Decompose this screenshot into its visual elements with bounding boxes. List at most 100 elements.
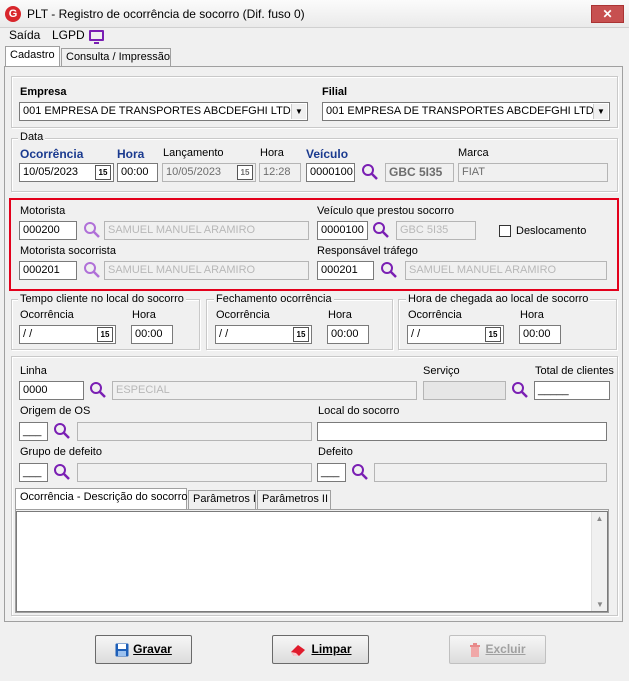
search-icon[interactable] xyxy=(83,261,101,279)
chegada-date-input[interactable]: / / 15 xyxy=(407,325,504,344)
hora-input[interactable]: 00:00 xyxy=(117,163,158,182)
tempo-cliente-ocorrencia-label: Ocorrência xyxy=(20,309,74,321)
filial-label: Filial xyxy=(322,86,348,98)
responsavel-name-input: SAMUEL MANUEL ARAMIRO xyxy=(405,261,607,280)
fechamento-hora-label: Hora xyxy=(328,309,352,321)
search-icon[interactable] xyxy=(380,261,398,279)
menu-lgpd[interactable]: LGPD xyxy=(52,28,85,42)
responsavel-code-input[interactable]: 000201 xyxy=(317,261,374,280)
hora-lancamento-input: 12:28 xyxy=(259,163,301,182)
servico-label: Serviço xyxy=(423,365,460,377)
tab-descricao[interactable]: Ocorrência - Descrição do socorro xyxy=(15,488,188,509)
empresa-value: 001 EMPRESA DE TRANSPORTES ABCDEFGHI LTD xyxy=(23,105,291,117)
defeito-code-input[interactable]: ___ xyxy=(317,463,346,482)
search-icon[interactable] xyxy=(53,422,71,440)
descricao-textarea[interactable] xyxy=(16,511,608,612)
empresa-select[interactable]: 001 EMPRESA DE TRANSPORTES ABCDEFGHI LTD… xyxy=(19,102,308,121)
eraser-icon xyxy=(291,644,306,656)
motorista-socorrista-code-input[interactable]: 000201 xyxy=(19,261,77,280)
tempo-cliente-hora-input[interactable]: 00:00 xyxy=(131,325,173,344)
veiculo-label: Veículo xyxy=(306,147,349,161)
tab-cadastro[interactable]: Cadastro xyxy=(5,46,60,67)
tab-parametros-2[interactable]: Parâmetros II xyxy=(257,490,331,509)
grupo-label: Grupo de defeito xyxy=(20,446,102,458)
responsavel-label: Responsável tráfego xyxy=(317,245,418,257)
motorista-socorrista-name-input: SAMUEL MANUEL ARAMIRO xyxy=(104,261,309,280)
veiculo-socorro-label: Veículo que prestou socorro xyxy=(317,205,454,217)
motorista-code-input[interactable]: 000200 xyxy=(19,221,77,240)
veiculo-socorro-input[interactable]: 0000100 xyxy=(317,221,368,240)
linha-code-input[interactable]: 0000 xyxy=(19,381,84,400)
data-legend: Data xyxy=(18,131,46,143)
ocorrencia-date-input[interactable]: 10/05/2023 15 xyxy=(19,163,114,182)
monitor-icon[interactable] xyxy=(89,30,104,44)
calendar-icon[interactable]: 15 xyxy=(485,327,501,342)
descricao-scrollbar[interactable]: ▲ ▼ xyxy=(591,512,607,611)
defeito-label: Defeito xyxy=(318,446,353,458)
grupo-code-input[interactable]: ___ xyxy=(19,463,48,482)
linha-label: Linha xyxy=(20,365,47,377)
veiculo-input[interactable]: 0000100 xyxy=(306,163,355,182)
lancamento-label: Lançamento xyxy=(163,147,224,159)
tempo-cliente-legend: Tempo cliente no local do socorro xyxy=(18,293,186,305)
app-logo-icon: G xyxy=(5,6,21,22)
motorista-label: Motorista xyxy=(20,205,66,217)
chegada-hora-input[interactable]: 00:00 xyxy=(519,325,561,344)
search-icon[interactable] xyxy=(511,381,529,399)
total-clientes-input[interactable]: _____ xyxy=(534,381,610,400)
calendar-icon: 15 xyxy=(237,165,253,180)
calendar-icon[interactable]: 15 xyxy=(293,327,309,342)
search-icon[interactable] xyxy=(83,221,101,239)
motorista-name-input: SAMUEL MANUEL ARAMIRO xyxy=(104,221,309,240)
filial-value: 001 EMPRESA DE TRANSPORTES ABCDEFGHI LTD xyxy=(326,105,594,117)
origem-desc-input xyxy=(77,422,312,441)
chevron-down-icon[interactable]: ▼ xyxy=(291,104,306,119)
tab-consulta[interactable]: Consulta / Impressão xyxy=(61,48,171,67)
deslocamento-checkbox[interactable] xyxy=(499,225,511,237)
marca-input: FIAT xyxy=(458,163,608,182)
local-input[interactable] xyxy=(317,422,607,441)
hora-label: Hora xyxy=(117,147,145,161)
chevron-down-icon[interactable]: ▼ xyxy=(593,104,608,119)
search-icon[interactable] xyxy=(361,163,379,181)
excluir-button[interactable]: Excluir xyxy=(449,635,546,664)
chegada-ocorrencia-label: Ocorrência xyxy=(408,309,462,321)
linha-desc-input: ESPECIAL xyxy=(112,381,417,400)
marca-label: Marca xyxy=(458,147,489,159)
trash-icon xyxy=(470,642,481,657)
close-button[interactable]: ✕ xyxy=(591,5,624,23)
fechamento-hora-input[interactable]: 00:00 xyxy=(327,325,369,344)
placa-input: GBC 5I35 xyxy=(385,163,454,182)
save-icon xyxy=(115,643,129,657)
defeito-desc-input xyxy=(374,463,607,482)
grupo-desc-input xyxy=(77,463,312,482)
search-icon[interactable] xyxy=(372,221,390,239)
calendar-icon[interactable]: 15 xyxy=(95,165,111,180)
scroll-down-icon[interactable]: ▼ xyxy=(592,600,608,609)
filial-select[interactable]: 001 EMPRESA DE TRANSPORTES ABCDEFGHI LTD… xyxy=(322,102,610,121)
deslocamento-label: Deslocamento xyxy=(516,225,587,237)
servico-input[interactable] xyxy=(423,381,506,400)
fechamento-date-input[interactable]: / / 15 xyxy=(215,325,312,344)
gravar-button[interactable]: Gravar xyxy=(95,635,192,664)
window-title: PLT - Registro de ocorrência de socorro … xyxy=(27,7,305,21)
local-label: Local do socorro xyxy=(318,405,400,417)
origem-code-input[interactable]: ___ xyxy=(19,422,48,441)
calendar-icon[interactable]: 15 xyxy=(97,327,113,342)
origem-label: Origem de OS xyxy=(20,405,91,417)
fechamento-ocorrencia-label: Ocorrência xyxy=(216,309,270,321)
search-icon[interactable] xyxy=(89,381,107,399)
fechamento-legend: Fechamento ocorrência xyxy=(214,293,334,305)
scroll-up-icon[interactable]: ▲ xyxy=(592,514,607,523)
tempo-cliente-date-input[interactable]: / / 15 xyxy=(19,325,116,344)
empresa-label: Empresa xyxy=(20,86,67,98)
total-clientes-label: Total de clientes xyxy=(535,365,614,377)
chegada-legend: Hora de chegada ao local de socorro xyxy=(406,293,591,305)
chegada-hora-label: Hora xyxy=(520,309,544,321)
tempo-cliente-hora-label: Hora xyxy=(132,309,156,321)
search-icon[interactable] xyxy=(53,463,71,481)
search-icon[interactable] xyxy=(351,463,369,481)
tab-parametros-1[interactable]: Parâmetros I xyxy=(188,490,256,509)
limpar-button[interactable]: Limpar xyxy=(272,635,369,664)
menu-saida[interactable]: Saída xyxy=(9,28,40,42)
